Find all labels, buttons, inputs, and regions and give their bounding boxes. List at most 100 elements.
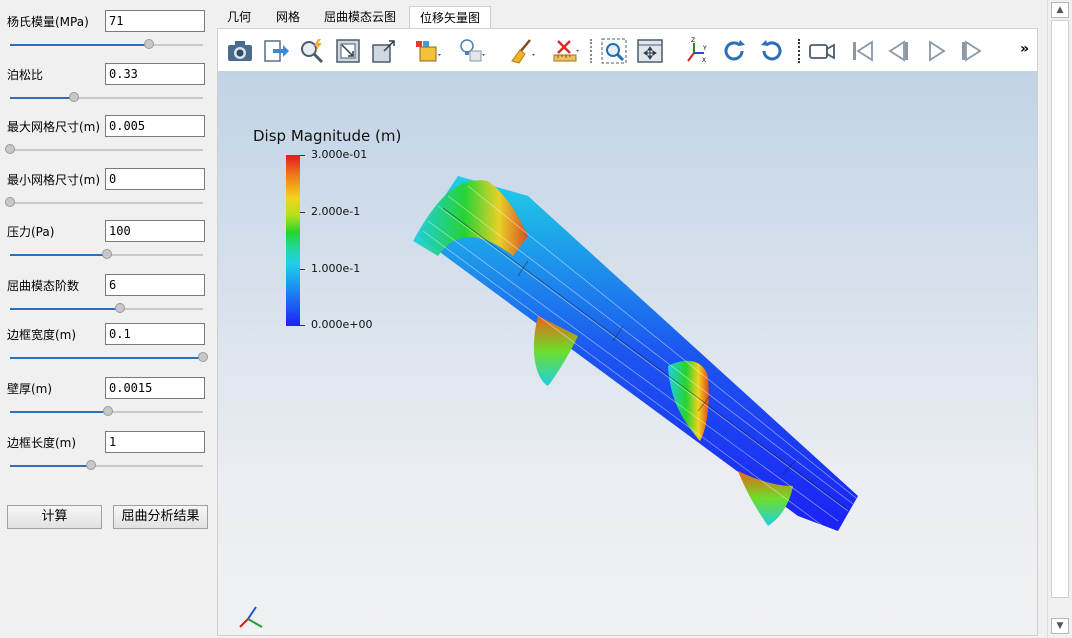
param-label: 边框长度(m) [7, 436, 77, 450]
param-label: 泊松比 [7, 68, 44, 82]
slider-fill [10, 97, 74, 99]
prev-frame-icon[interactable] [884, 37, 912, 65]
param-slider[interactable] [10, 92, 203, 102]
clear-icon[interactable] [508, 37, 536, 65]
slider-thumb[interactable] [103, 406, 114, 416]
record-icon[interactable] [808, 37, 836, 65]
svg-text:X: X [702, 57, 706, 64]
param-label: 杨氏模量(MPa) [7, 15, 89, 29]
fit-view-icon[interactable] [334, 37, 362, 65]
colorbar-title: Disp Magnitude (m) [253, 127, 402, 145]
param-input[interactable]: 0.005 [105, 115, 205, 137]
param-slider[interactable] [10, 39, 203, 49]
param-row: 最小网格尺寸(m) 0 [0, 168, 215, 220]
tab-3[interactable]: 位移矢量图 [409, 6, 491, 28]
slider-thumb[interactable] [143, 39, 154, 49]
view-panel: ZYX » Disp Magnitude (m) 3.000e-01 2.000… [217, 28, 1038, 636]
slider-thumb[interactable] [86, 460, 97, 470]
param-input[interactable]: 6 [105, 274, 205, 296]
param-slider[interactable] [10, 406, 203, 416]
toolbar-overflow-button[interactable]: » [1020, 41, 1029, 57]
tab-2[interactable]: 屈曲模态云图 [315, 6, 405, 28]
slider-fill [10, 308, 120, 310]
play-icon[interactable] [922, 37, 950, 65]
rotate-cw-icon[interactable] [720, 37, 748, 65]
param-input[interactable]: 100 [105, 220, 205, 242]
param-input[interactable]: 0 [105, 168, 205, 190]
param-label: 最小网格尺寸(m) [7, 173, 101, 187]
slider-fill [10, 411, 109, 413]
zoom-pick-icon[interactable] [298, 37, 326, 65]
color-mode-icon[interactable] [414, 37, 442, 65]
scroll-track[interactable] [1051, 20, 1069, 598]
param-row: 边框宽度(m) 0.1 [0, 323, 215, 375]
param-slider[interactable] [10, 352, 208, 362]
slider-thumb[interactable] [5, 144, 15, 154]
param-row: 边框长度(m) 1 [0, 431, 215, 483]
param-row: 压力(Pa) 100 [0, 220, 215, 272]
param-label: 壁厚(m) [7, 382, 53, 396]
param-input[interactable]: 0.0015 [105, 377, 205, 399]
slider-fill [10, 44, 149, 46]
param-label: 最大网格尺寸(m) [7, 120, 101, 134]
reset-view-icon[interactable] [636, 37, 664, 65]
colorbar-tick-label: 0.000e+00 [311, 318, 373, 331]
scroll-down-arrow-icon[interactable]: ▼ [1051, 618, 1069, 634]
slider-fill [10, 357, 203, 359]
slider-thumb[interactable] [68, 92, 79, 102]
export-icon[interactable] [262, 37, 290, 65]
zoom-selection-icon[interactable] [600, 37, 628, 65]
colorbar-tick-label: 1.000e-1 [311, 262, 361, 275]
slider-thumb[interactable] [101, 249, 112, 259]
colorbar-tick [300, 269, 305, 270]
vertical-scrollbar[interactable]: ▲ ▼ [1047, 0, 1072, 638]
buckling-results-button[interactable]: 屈曲分析结果 [113, 505, 208, 529]
tab-1[interactable]: 网格 [265, 6, 311, 28]
slider-thumb[interactable] [198, 352, 208, 362]
first-frame-icon[interactable] [848, 37, 876, 65]
param-input[interactable]: 0.1 [105, 323, 205, 345]
colorbar-tick-label: 3.000e-01 [311, 148, 368, 161]
svg-text:Z: Z [691, 37, 695, 44]
3d-viewport[interactable]: Disp Magnitude (m) 3.000e-01 2.000e-1 1.… [218, 71, 1037, 635]
ruler-icon[interactable] [552, 37, 580, 65]
colorbar [286, 155, 300, 326]
toolbar: ZYX » [218, 29, 1037, 71]
parameter-panel: 杨氏模量(MPa) 71 泊松比 0.33 最大网格尺寸(m) 0.005 最小网格尺寸(m… [0, 0, 215, 638]
slider-thumb[interactable] [5, 197, 15, 207]
rotate-ccw-icon[interactable] [758, 37, 786, 65]
param-label: 压力(Pa) [7, 225, 55, 239]
camera-icon[interactable] [226, 37, 254, 65]
param-row: 最大网格尺寸(m) 0.005 [0, 115, 215, 167]
param-row: 壁厚(m) 0.0015 [0, 377, 215, 429]
param-input[interactable]: 0.33 [105, 63, 205, 85]
compute-button[interactable]: 计算 [7, 505, 102, 529]
param-slider[interactable] [5, 197, 203, 207]
zoom-box-icon[interactable] [370, 37, 398, 65]
param-label: 边框宽度(m) [7, 328, 77, 342]
param-input[interactable]: 71 [105, 10, 205, 32]
svg-text:Y: Y [702, 45, 707, 52]
axes-icon[interactable]: ZYX [682, 37, 710, 65]
colorbar-tick [300, 212, 305, 213]
light-icon[interactable] [458, 37, 486, 65]
scroll-up-arrow-icon[interactable]: ▲ [1051, 2, 1069, 18]
colorbar-tick [300, 325, 305, 326]
param-label: 屈曲模态阶数 [7, 279, 80, 293]
slider-fill [10, 465, 92, 467]
next-frame-icon[interactable] [958, 37, 986, 65]
param-slider[interactable] [5, 144, 203, 154]
param-row: 杨氏模量(MPa) 71 [0, 10, 215, 62]
toolbar-separator [590, 39, 592, 63]
colorbar-tick-label: 2.000e-1 [311, 205, 361, 218]
param-row: 泊松比 0.33 [0, 63, 215, 115]
param-input[interactable]: 1 [105, 431, 205, 453]
slider-thumb[interactable] [115, 303, 125, 313]
param-slider[interactable] [10, 303, 203, 313]
colorbar-tick [300, 155, 305, 156]
param-slider[interactable] [10, 249, 203, 259]
toolbar-separator [798, 39, 800, 63]
param-slider[interactable] [10, 460, 203, 470]
orientation-axes-icon [239, 606, 263, 628]
tab-0[interactable]: 几何 [217, 6, 261, 28]
